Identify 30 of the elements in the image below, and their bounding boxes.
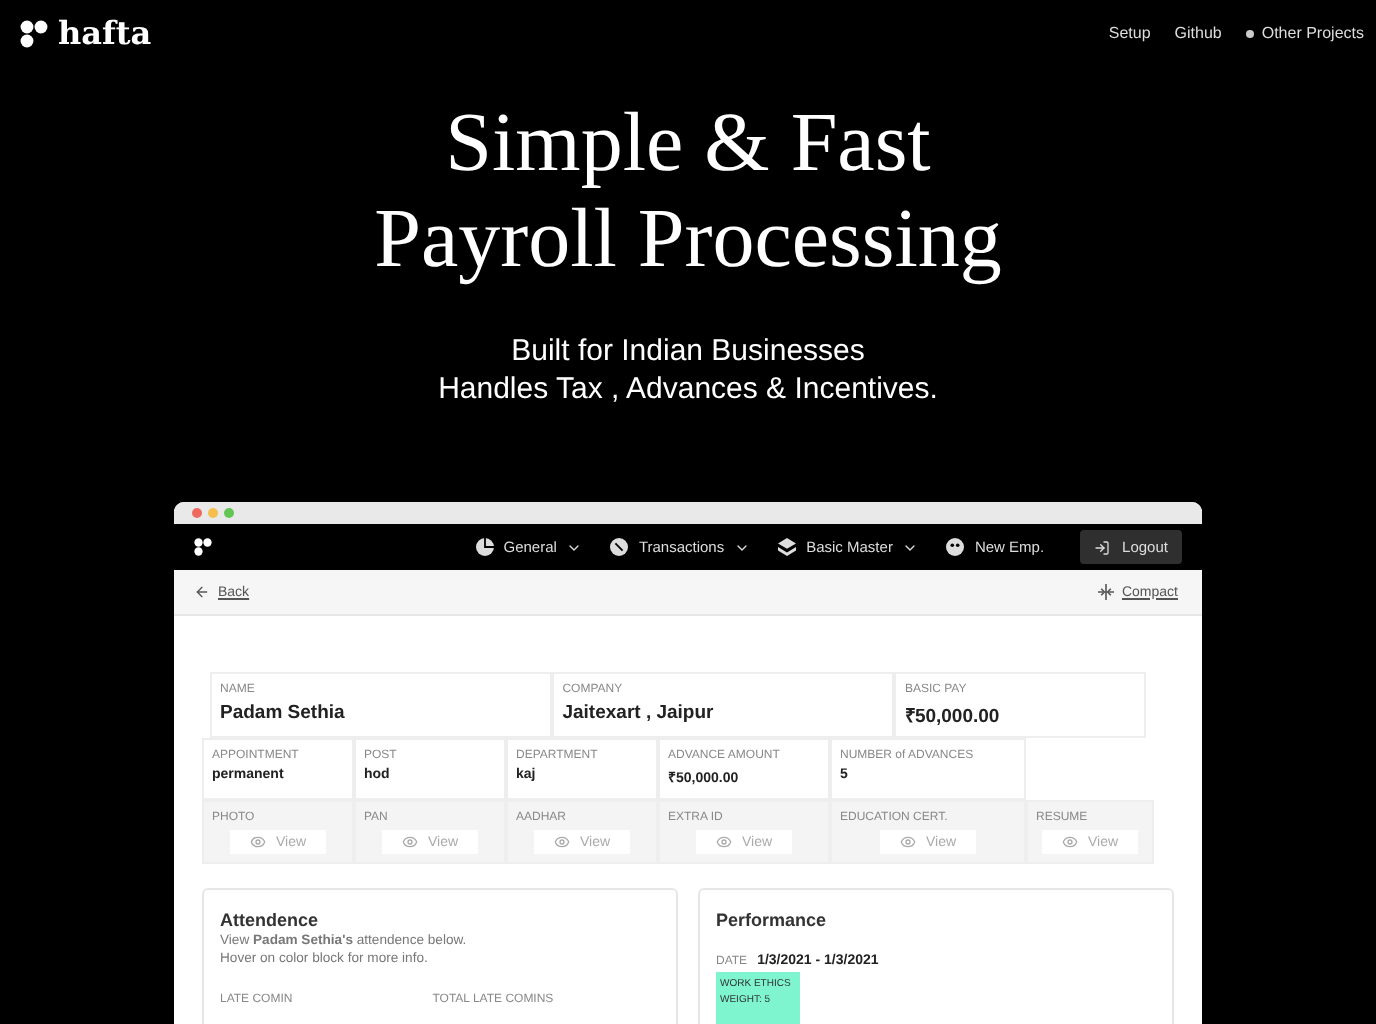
brand-name: hafta — [58, 14, 152, 52]
arrow-left-icon — [194, 584, 210, 600]
card-title: Attendence — [220, 910, 321, 930]
nav-link[interactable]: Other Projects — [1245, 24, 1364, 42]
eye-icon — [249, 834, 266, 850]
login-icon — [1094, 539, 1111, 555]
dot-icon — [1245, 29, 1254, 37]
field-value: Jaitexart , Jaipur — [562, 702, 716, 724]
card-title: Performance — [716, 910, 829, 930]
layers-icon — [778, 538, 797, 556]
nav-link[interactable]: Github — [1174, 24, 1222, 42]
field-value: ₹50,000.00 — [904, 704, 1002, 728]
logo-icon — [194, 538, 212, 556]
eye-icon — [899, 834, 916, 850]
eye-icon — [401, 834, 418, 850]
eye-icon — [553, 834, 570, 850]
eye-icon — [1061, 834, 1078, 850]
nav-link[interactable]: Setup — [1108, 24, 1151, 42]
field-value: Padam Sethia — [220, 702, 347, 724]
hero-subtitle: Built for Indian Businesses Handles Tax , Advances & Incentives. — [438, 332, 938, 408]
eye-icon — [715, 834, 732, 850]
face-icon — [946, 538, 965, 556]
close-light[interactable] — [192, 508, 202, 518]
hero-title: Simple & Fast Payroll Processing — [374, 96, 1002, 288]
maximize-light[interactable] — [224, 508, 234, 518]
pie-chart-icon — [475, 538, 494, 556]
logo-icon — [20, 19, 48, 47]
minimize-light[interactable] — [208, 508, 218, 518]
coin-icon — [610, 538, 629, 556]
compress-icon — [1097, 584, 1114, 600]
